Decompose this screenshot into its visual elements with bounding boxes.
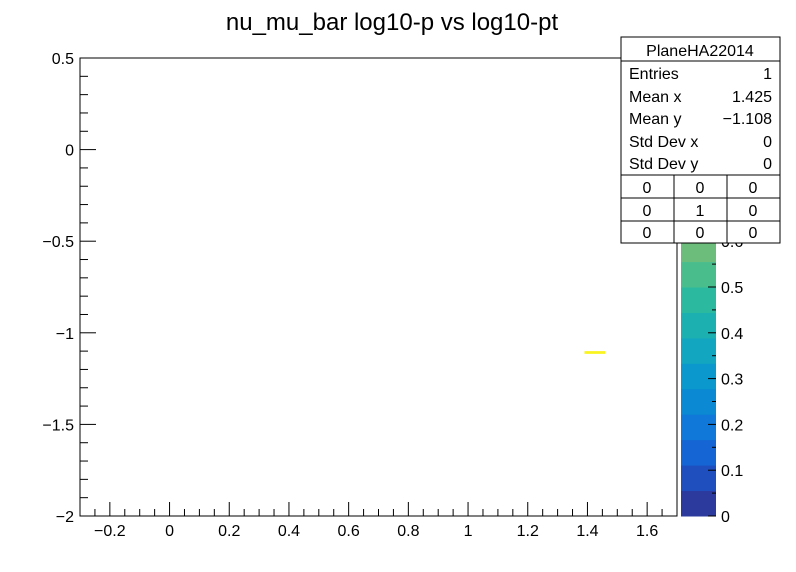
heatmap-cells	[584, 351, 606, 354]
colorbar-tick-label: 0.5	[721, 280, 743, 297]
chart-title: nu_mu_bar log10-p vs log10-pt	[226, 9, 559, 36]
y-axis: 0.5 0 −0.5 −1 −1.5 −2	[42, 51, 96, 526]
stats-label-mean-y: Mean y	[629, 111, 681, 128]
chart-canvas: nu_mu_bar log10-p vs log10-pt 0 0.1 0.2 0.3…	[42, 9, 781, 540]
y-tick-label: −2	[56, 509, 74, 526]
stats-value-mean-x: 1.425	[732, 89, 772, 106]
colorbar-tick-label: 0	[721, 509, 730, 526]
stats-grid-cell: 1	[696, 203, 705, 220]
y-tick-label: 0.5	[52, 51, 74, 68]
y-tick-label: −1	[56, 326, 74, 343]
stats-label-std-dev-y: Std Dev y	[629, 156, 698, 173]
colorbar-segment	[681, 388, 716, 415]
stats-label-entries: Entries	[629, 66, 679, 83]
stats-box-title: PlaneHA22014	[646, 43, 754, 60]
stats-grid-cell: 0	[696, 180, 705, 197]
colorbar-segment	[681, 439, 716, 466]
plot-frame	[79, 57, 678, 517]
colorbar-tick-label: 0.2	[721, 417, 743, 434]
stats-grid-cell: 0	[696, 225, 705, 242]
heatmap-cell	[584, 351, 606, 354]
colorbar-segment	[681, 363, 716, 390]
colorbar-segment	[681, 337, 716, 364]
x-tick-label: 0	[165, 523, 174, 540]
colorbar-segment	[681, 414, 716, 441]
colorbar-tick-label: 0.1	[721, 463, 743, 480]
stats-box: PlaneHA22014 Entries 1 Mean x 1.425 Mean…	[620, 36, 781, 244]
stats-grid-cell: 0	[643, 180, 652, 197]
x-tick-label: 1.2	[517, 523, 539, 540]
stats-value-std-dev-y: 0	[763, 156, 772, 173]
x-tick-label: 0.8	[397, 523, 419, 540]
stats-grid-cell: 0	[643, 225, 652, 242]
stats-value-std-dev-x: 0	[763, 134, 772, 151]
y-tick-label: 0	[65, 143, 74, 160]
x-tick-label: 0.4	[278, 523, 300, 540]
stats-label-std-dev-x: Std Dev x	[629, 134, 698, 151]
colorbar-segment	[681, 465, 716, 492]
stats-grid-cell: 0	[749, 203, 758, 220]
stats-value-entries: 1	[763, 66, 772, 83]
colorbar-segment	[681, 287, 716, 313]
x-tick-label: −0.2	[94, 523, 126, 540]
x-tick-label: 1.4	[576, 523, 598, 540]
y-tick-label: −1.5	[42, 417, 74, 434]
y-tick-label: −0.5	[42, 234, 74, 251]
x-tick-label: 0.2	[218, 523, 240, 540]
colorbar-tick-label: 0.4	[721, 326, 743, 343]
stats-grid-cell: 0	[643, 203, 652, 220]
stats-grid-cell: 0	[749, 225, 758, 242]
colorbar-segment	[681, 490, 716, 517]
x-tick-label: 1	[464, 523, 473, 540]
colorbar-tick-label: 0.3	[721, 372, 743, 389]
x-tick-label: 1.6	[636, 523, 658, 540]
x-axis: −0.2 0 0.2 0.4 0.6 0.8 1 1.2 1.4 1.6	[79, 502, 678, 540]
colorbar-segment	[681, 261, 716, 288]
stats-label-mean-x: Mean x	[629, 89, 681, 106]
stats-grid-cell: 0	[749, 180, 758, 197]
colorbar-segment	[681, 312, 716, 339]
stats-value-mean-y: −1.108	[723, 111, 772, 128]
x-tick-label: 0.6	[338, 523, 360, 540]
